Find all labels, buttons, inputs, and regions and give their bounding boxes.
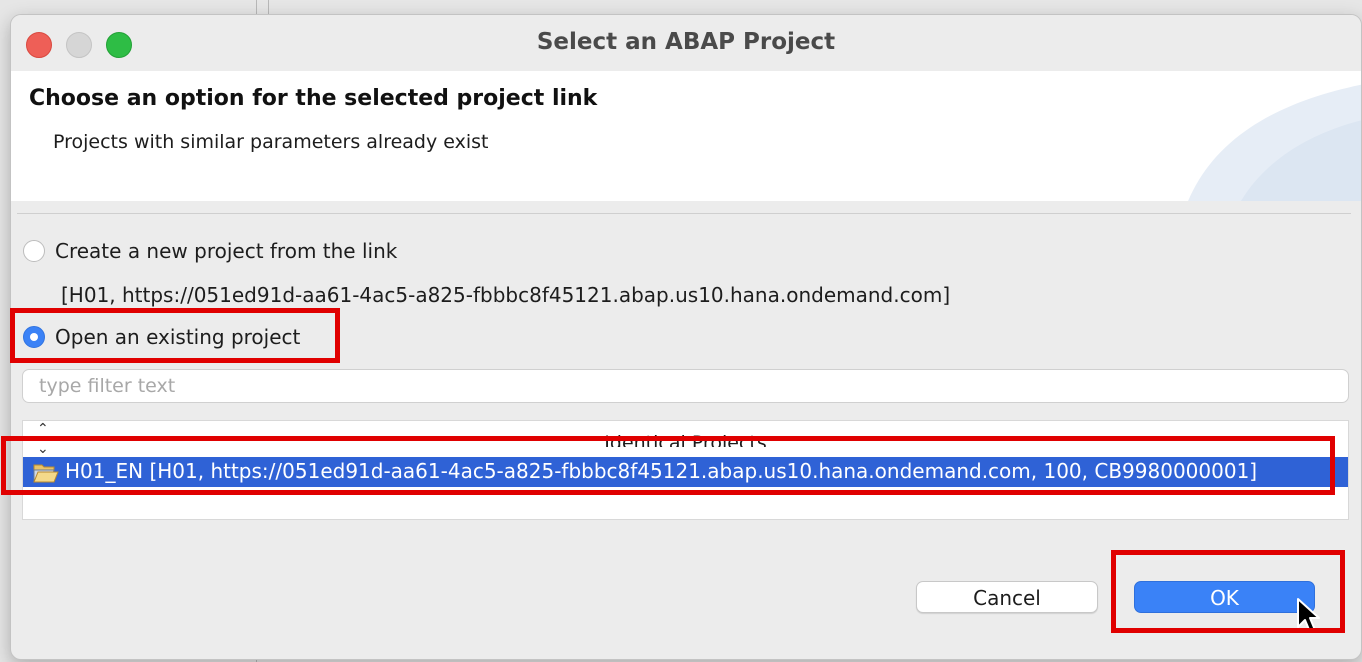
cancel-button[interactable]: Cancel <box>916 581 1098 613</box>
project-link-info: [H01, https://051ed91d-aa61-4ac5-a825-fb… <box>61 283 951 307</box>
create-new-project-radio[interactable] <box>23 240 45 262</box>
title-bar: Select an ABAP Project <box>11 15 1361 71</box>
chevron-down-icon: ⌄ <box>37 441 49 457</box>
open-folder-icon <box>33 464 59 483</box>
background-divider <box>268 0 269 14</box>
dialog-header: Choose an option for the selected projec… <box>11 71 1361 201</box>
chevron-up-icon: ⌃ <box>37 421 49 437</box>
window-title: Select an ABAP Project <box>536 29 836 55</box>
select-abap-project-dialog: Select an ABAP Project Choose an option … <box>10 14 1362 660</box>
filter-field[interactable] <box>22 369 1349 403</box>
open-existing-project-label[interactable]: Open an existing project <box>55 325 300 349</box>
mouse-pointer-icon <box>1297 598 1320 633</box>
background-divider <box>256 0 257 14</box>
create-new-project-label[interactable]: Create a new project from the link <box>55 239 397 263</box>
header-description: Projects with similar parameters already… <box>53 131 489 153</box>
header-title: Choose an option for the selected projec… <box>29 86 598 111</box>
ok-button[interactable]: OK <box>1134 581 1315 613</box>
banner-decoration-icon <box>1188 84 1361 201</box>
header-separator <box>17 213 1351 214</box>
filter-input[interactable] <box>23 370 1348 402</box>
open-existing-project-radio[interactable] <box>23 326 45 348</box>
identical-projects-tree[interactable]: Identical Projects ⌃ ⌄ H01_EN [H01, http… <box>22 420 1349 520</box>
project-row-label: H01_EN [H01, https://051ed91d-aa61-4ac5-… <box>65 459 1258 483</box>
tree-column-header[interactable]: Identical Projects <box>23 421 1348 447</box>
project-row[interactable]: H01_EN [H01, https://051ed91d-aa61-4ac5-… <box>23 457 1348 487</box>
